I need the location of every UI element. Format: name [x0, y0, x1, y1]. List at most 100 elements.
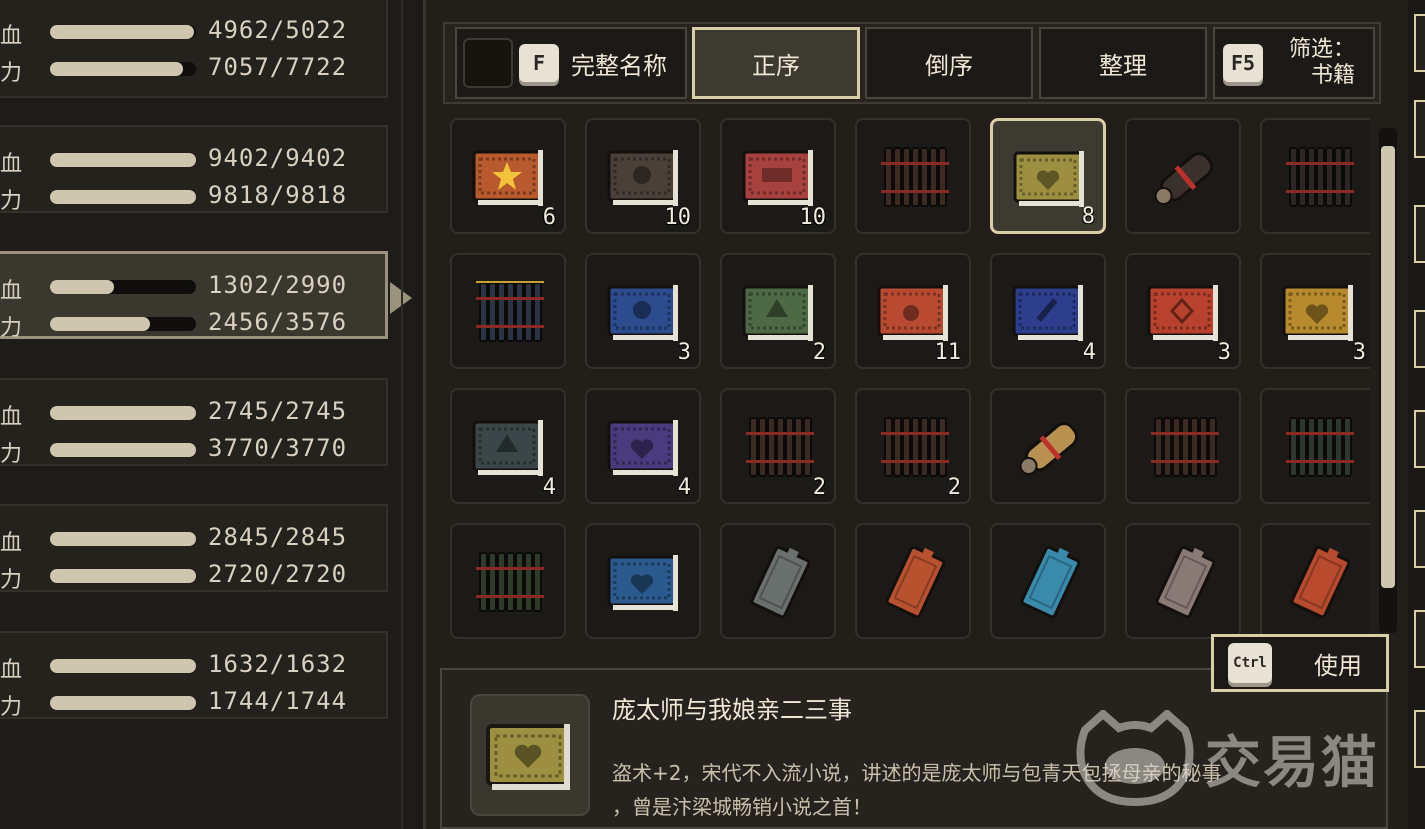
bar-fill: [50, 280, 114, 294]
party-panel: 气血 4962/5022 内力 7057/7722 气血 9402/9402 内力 9818/…: [0, 0, 415, 829]
mp-row: 内力 3770/3770: [0, 434, 380, 467]
mp-label: 内力: [0, 316, 23, 341]
inventory-slot[interactable]: [1260, 388, 1370, 504]
item-count: 10: [799, 205, 827, 230]
inventory-slot[interactable]: 2: [855, 388, 971, 504]
party-member-card[interactable]: 气血 1632/1632 内力 1744/1744: [0, 631, 388, 720]
party-member-card[interactable]: 气血 9402/9402 内力 9818/9818: [0, 125, 388, 214]
organize-label: 整理: [1099, 51, 1147, 80]
party-member-card[interactable]: 气血 1302/2990 内力 2456/3576: [0, 251, 412, 341]
sort-ascending-button[interactable]: 正序: [692, 27, 860, 99]
bamboo-scroll-icon: [1286, 417, 1354, 477]
inventory-slot[interactable]: 11: [855, 253, 971, 369]
hp-value: 9402/9402: [208, 144, 348, 172]
side-tab[interactable]: [1414, 410, 1425, 468]
bamboo-bundle-icon: [746, 417, 814, 477]
rolled-scroll-icon: [1154, 152, 1214, 205]
hp-value: 1302/2990: [208, 271, 348, 299]
inventory-slot[interactable]: 2: [720, 253, 836, 369]
inventory-slot[interactable]: [855, 523, 971, 639]
hp-bar: [50, 25, 196, 39]
bamboo-slips-green-icon: [476, 552, 544, 612]
mp-row: 内力 2456/3576: [0, 308, 380, 341]
mp-row: 内力 9818/9818: [0, 181, 380, 214]
bamboo-slips-icon: [1151, 417, 1219, 477]
inventory-slot[interactable]: [855, 118, 971, 234]
organize-button[interactable]: 整理: [1039, 27, 1207, 99]
party-member-card[interactable]: 气血 4962/5022 内力 7057/7722: [0, 0, 388, 98]
bar-fill: [50, 190, 196, 204]
side-tab[interactable]: [1414, 710, 1425, 768]
watermark-text: 交易猫: [1205, 730, 1379, 796]
hp-bar: [50, 532, 196, 546]
item-count: 4: [1082, 340, 1096, 365]
inventory-slot[interactable]: 4: [585, 388, 701, 504]
fullname-checkbox[interactable]: [463, 38, 513, 88]
sort-descending-button[interactable]: 倒序: [865, 27, 1033, 99]
inventory-slot[interactable]: [1260, 118, 1370, 234]
bar-fill: [50, 406, 196, 420]
inventory-slot[interactable]: 3: [585, 253, 701, 369]
mp-row: 内力 1744/1744: [0, 687, 380, 720]
inventory-slot[interactable]: 3: [1125, 253, 1241, 369]
rolled-scroll-icon: [1019, 422, 1079, 475]
item-count: 3: [1352, 340, 1366, 365]
side-tab[interactable]: [1414, 510, 1425, 568]
hp-value: 1632/1632: [208, 650, 348, 678]
inventory-slot[interactable]: [990, 388, 1106, 504]
diamond-book-icon: [1147, 285, 1218, 341]
filter-button[interactable]: F5 筛选： 书籍: [1213, 27, 1375, 99]
thin-book-icon: [1290, 545, 1351, 619]
side-tab[interactable]: [1414, 310, 1425, 368]
inventory-slot[interactable]: 4: [990, 253, 1106, 369]
inventory-slot[interactable]: [585, 523, 701, 639]
inventory-slot[interactable]: 10: [585, 118, 701, 234]
mp-label: 内力: [0, 189, 23, 214]
hp-label: 气血: [0, 152, 23, 177]
bar-fill: [50, 696, 196, 710]
inventory-toolbar: F 完整名称 正序 倒序 整理 F5 筛选： 书籍: [443, 22, 1381, 104]
cat-logo-icon: [1076, 710, 1194, 806]
bar-fill: [50, 569, 196, 583]
mp-value: 1744/1744: [208, 687, 348, 715]
inventory-slot[interactable]: 6: [450, 118, 566, 234]
hp-bar: [50, 659, 196, 673]
use-item-label: 使用: [1314, 651, 1362, 680]
inventory-slot[interactable]: [720, 523, 836, 639]
side-tab[interactable]: [1414, 610, 1425, 668]
use-item-button[interactable]: Ctrl 使用: [1211, 634, 1389, 692]
f5-key-icon: F5: [1223, 44, 1263, 82]
bamboo-slips-icon: [1286, 147, 1354, 207]
inventory-slot[interactable]: 3: [1260, 253, 1370, 369]
inventory-slot[interactable]: [1125, 523, 1241, 639]
hp-label: 气血: [0, 531, 23, 556]
bar-fill: [50, 443, 196, 457]
inventory-slot[interactable]: 2: [720, 388, 836, 504]
mp-value: 2456/3576: [208, 308, 348, 336]
sort-descending-label: 倒序: [925, 51, 973, 80]
inventory-slot[interactable]: [1260, 523, 1370, 639]
item-count: 2: [812, 475, 826, 500]
inventory-slot[interactable]: [990, 523, 1106, 639]
side-tab[interactable]: [1414, 205, 1425, 263]
side-tab[interactable]: [1414, 100, 1425, 158]
filter-value: 书籍: [1311, 63, 1356, 88]
inventory-slot[interactable]: [1125, 118, 1241, 234]
mp-bar: [50, 317, 196, 331]
scrollbar-thumb[interactable]: [1381, 146, 1395, 588]
inventory-slot[interactable]: [1125, 388, 1241, 504]
inventory-slot[interactable]: 10: [720, 118, 836, 234]
inventory-slot[interactable]: 8: [990, 118, 1106, 234]
bar-fill: [50, 62, 184, 76]
side-tab[interactable]: [1414, 14, 1425, 72]
inventory-slot[interactable]: [450, 523, 566, 639]
party-member-card[interactable]: 气血 2745/2745 内力 3770/3770: [0, 378, 388, 467]
inventory-slot[interactable]: [450, 253, 566, 369]
party-member-card[interactable]: 气血 2845/2845 内力 2720/2720: [0, 504, 388, 593]
inventory-slot[interactable]: 4: [450, 388, 566, 504]
sword-book-icon: [1012, 285, 1083, 341]
toggle-fullname-button[interactable]: F 完整名称: [455, 27, 687, 99]
hp-label: 气血: [0, 279, 23, 304]
filter-label: 筛选：: [1289, 37, 1356, 62]
thin-book-icon: [885, 545, 946, 619]
